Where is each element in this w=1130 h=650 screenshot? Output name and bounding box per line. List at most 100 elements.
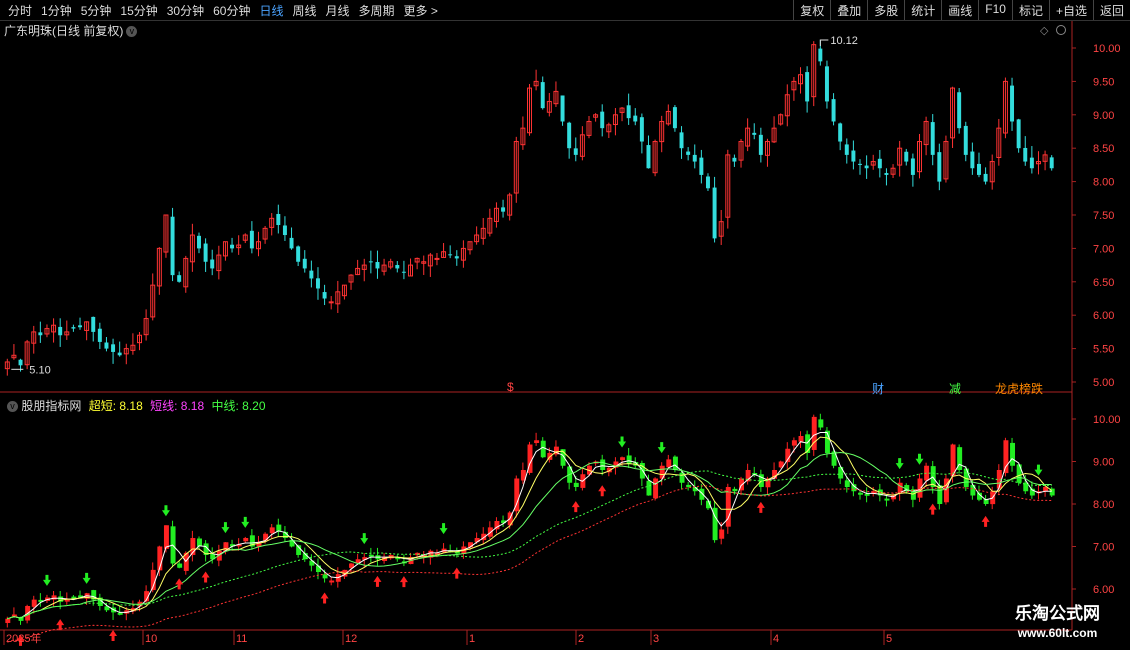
candle-body [712,187,717,239]
candle-body [1016,119,1021,149]
candle-body [983,173,988,182]
candle-body [877,158,882,169]
ind-bar [269,527,275,534]
candle-body [97,328,102,342]
price-tick-label: 7.00 [1093,243,1114,255]
price-tick-label: 8.50 [1093,143,1114,155]
candle-body [249,230,254,249]
candle-body [322,292,327,299]
candle-body [844,144,849,155]
candle-body [930,122,935,155]
candle-body [758,134,763,155]
ind-bar [620,457,626,460]
event-marker-1[interactable]: 财 [872,380,884,397]
ind-bar [666,459,672,468]
chart-canvas[interactable]: 10.00 9.50 9.00 8.50 8.00 7.50 7.00 6.50 6.00 5.5… [0,0,1130,650]
candle-body [752,132,757,135]
indicator-tick-label: 7.00 [1093,542,1114,554]
candle-body [646,145,651,169]
buy-arrow-icon [373,575,382,587]
ind-bar [600,459,606,470]
candle-body [884,173,889,175]
candle-body [448,254,453,256]
event-marker-0[interactable]: $ [507,380,514,394]
duanxian-value: 8.18 [180,399,205,413]
buy-arrow-icon [109,629,118,641]
high-marker-icon [819,39,829,46]
ind-bar [699,488,705,500]
ind-bar [263,533,269,541]
date-label: 3 [653,633,659,645]
candle-body [937,152,942,182]
event-marker-2[interactable]: 减 [949,380,961,397]
candle-body [395,265,400,269]
chaoduan-label: 超短: [88,399,117,413]
candle-body [818,48,823,62]
candle-body [38,332,43,336]
candle-body [111,344,116,352]
sell-arrow-icon [82,572,91,584]
ind-bar [884,498,890,501]
candle-body [692,154,697,162]
candle-body [626,105,631,119]
candle-body [838,123,843,142]
watermark: 乐淘公式网 www.60lt.com [985,602,1130,650]
price-tick-label: 9.00 [1093,110,1114,122]
candle-body [679,132,684,149]
price-tick-label: 9.50 [1093,76,1114,88]
sell-arrow-icon [161,505,170,517]
candle-body [368,261,373,263]
ind-bar [858,492,863,495]
date-label: 12 [345,633,357,645]
duanxian-label: 短线: [150,399,178,413]
ind-bar [197,538,202,547]
watermark-line1: 乐淘公式网 [1015,604,1100,623]
buy-arrow-icon [201,571,210,583]
candle-body [970,151,975,169]
candle-body [454,256,459,259]
date-label: 2 [578,633,584,645]
high-price-label: 10.12 [830,35,858,47]
ind-bar [937,485,943,504]
event-marker-3[interactable]: 龙虎榜跌 [995,380,1043,397]
candle-body [851,150,856,162]
ind-bar [798,436,804,442]
ind-bar [917,478,923,498]
chevron-down-icon[interactable]: v [7,401,18,413]
candle-body [633,115,638,122]
candle-body [864,165,869,169]
candle-body [276,213,281,226]
candle-body [1023,147,1028,162]
date-label: 4 [773,633,779,645]
candle-body [91,316,96,332]
candle-body [1010,85,1015,122]
candle-body [573,148,578,155]
candle-body [963,125,968,155]
buy-arrow-icon [756,501,765,513]
ind-bar [177,563,183,568]
candle-body [197,235,201,249]
ind-bar [534,440,540,444]
price-tick-label: 8.00 [1093,177,1114,189]
buy-arrow-icon [452,567,461,579]
candle-body [289,237,294,249]
candle-body [686,151,691,155]
ind-bar [732,488,738,492]
candle-body [18,359,23,366]
zhongxian-label: 中线: [211,399,239,413]
candle-body [560,95,565,122]
indicator-tick-label: 8.00 [1093,499,1114,511]
ind-bar [31,599,37,607]
candle-body [282,225,287,236]
ma-line-green [7,451,1052,620]
ind-bar [646,480,652,496]
price-tick-label: 6.50 [1093,277,1114,289]
candle-body [315,278,320,289]
candle-body [170,216,175,276]
candle-body [672,107,677,129]
candle-body [904,151,909,162]
sell-arrow-icon [1034,464,1043,476]
ind-bar [791,440,797,446]
candle-body [732,157,737,162]
candle-body [824,66,829,102]
